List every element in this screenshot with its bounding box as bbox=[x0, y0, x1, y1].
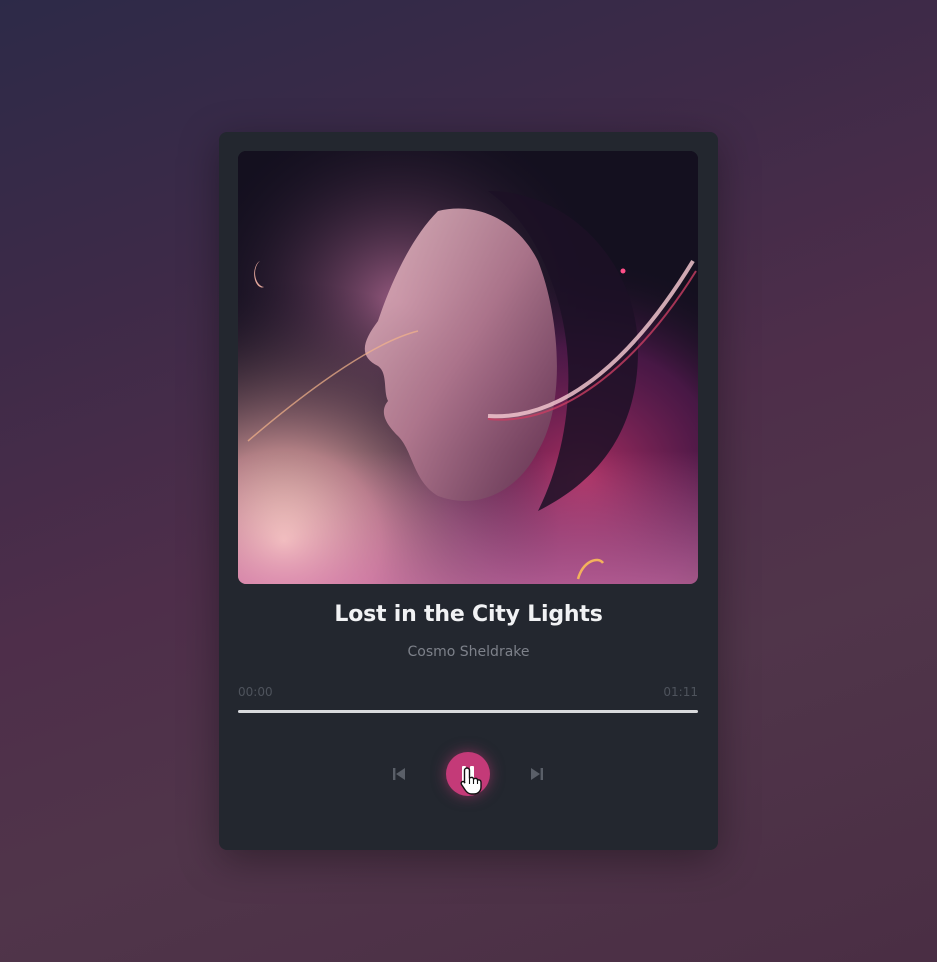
hand-cursor-icon bbox=[460, 767, 482, 795]
album-cover-image bbox=[238, 151, 698, 584]
progress-fill bbox=[238, 710, 698, 713]
previous-button[interactable] bbox=[391, 764, 407, 784]
skip-next-icon bbox=[531, 768, 543, 780]
music-player-card: Lost in the City Lights Cosmo Sheldrake … bbox=[219, 132, 718, 850]
next-button[interactable] bbox=[527, 764, 547, 784]
track-title: Lost in the City Lights bbox=[334, 602, 603, 627]
track-artist: Cosmo Sheldrake bbox=[407, 644, 530, 660]
track-duration: 01:11 bbox=[663, 685, 698, 699]
progress-bar[interactable] bbox=[238, 710, 698, 713]
skip-previous-icon bbox=[393, 768, 405, 780]
current-time: 00:00 bbox=[238, 685, 273, 699]
